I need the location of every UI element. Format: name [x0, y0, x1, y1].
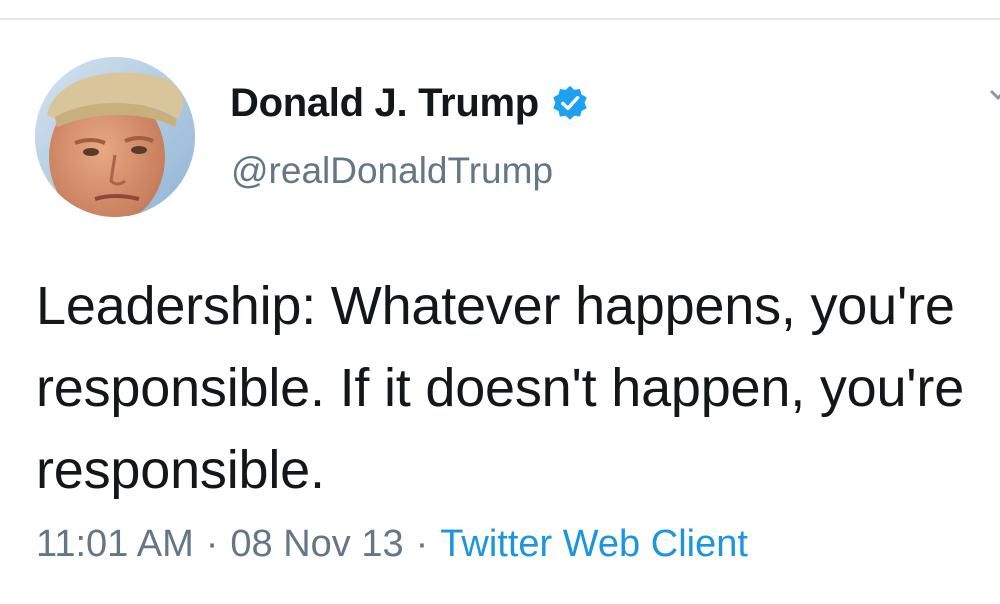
tweet-meta: 11:01 AM · 08 Nov 13 · Twitter Web Clien… [36, 518, 748, 570]
tweet-date[interactable]: 08 Nov 13 [230, 523, 403, 566]
author-name-row[interactable]: Donald J. Trump [230, 78, 589, 128]
avatar[interactable] [35, 57, 195, 217]
avatar-portrait-icon [35, 57, 195, 217]
meta-separator: · [205, 522, 219, 565]
chevron-down-icon[interactable] [980, 82, 1000, 106]
tweet-header: Donald J. Trump @realDonaldTrump [0, 0, 1000, 230]
tweet-source-link[interactable]: Twitter Web Client [440, 523, 748, 566]
verified-badge-icon [553, 85, 587, 120]
author-handle[interactable]: @realDonaldTrump [231, 150, 553, 192]
tweet-time[interactable]: 11:01 AM [36, 523, 194, 566]
tweet-text: Leadership: Whatever happens, you're res… [36, 276, 965, 500]
meta-separator: · [415, 522, 429, 565]
author-display-name[interactable]: Donald J. Trump [230, 81, 539, 126]
